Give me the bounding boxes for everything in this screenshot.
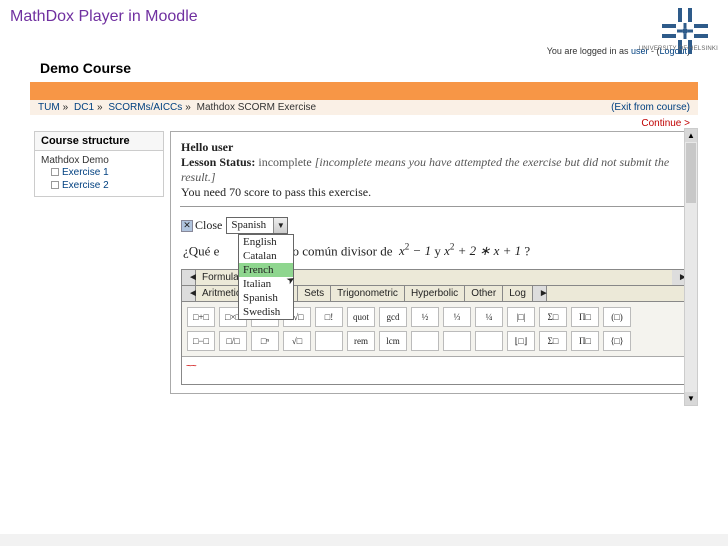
footer-band (0, 534, 728, 546)
lang-opt-spanish[interactable]: Spanish (239, 291, 293, 305)
language-row: ✕ Close Spanish ▼ English Catalan French… (181, 217, 687, 234)
palette-button[interactable] (475, 331, 503, 351)
breadcrumb: TUM» DC1» SCORMs/AICCs» Mathdox SCORM Ex… (38, 102, 316, 113)
palette-button[interactable]: Σ□ (539, 331, 567, 351)
palette-button[interactable]: ⌊□⌋ (507, 331, 535, 351)
cat-scroll-right-icon[interactable]: ► (533, 286, 547, 301)
palette-button[interactable]: □+□ (187, 307, 215, 327)
math-expr-1: x2 − 1 (399, 243, 431, 258)
palette-button[interactable]: quot (347, 307, 375, 327)
page-title: Demo Course (40, 60, 698, 76)
sidebar-item-exercise2[interactable]: Exercise 2 (51, 179, 157, 192)
language-selected: Spanish (227, 218, 273, 233)
language-select[interactable]: Spanish ▼ (226, 217, 288, 234)
tab-hyperbolic[interactable]: Hyperbolic (405, 286, 465, 301)
math-expr-2: x2 + 2 ∗ x + 1 (444, 243, 521, 258)
palette-button[interactable]: ¼ (475, 307, 503, 327)
lang-opt-catalan[interactable]: Catalan (239, 249, 293, 263)
sidebar-title: Course structure (34, 131, 164, 151)
palette-button[interactable]: Π□ (571, 331, 599, 351)
lesson-status-line: Lesson Status: incomplete [incomplete me… (181, 155, 687, 185)
tab-sets[interactable]: Sets (298, 286, 331, 301)
checkbox-icon (51, 181, 59, 189)
chevron-down-icon: ▼ (273, 218, 287, 233)
palette-button[interactable]: □−□ (187, 331, 215, 351)
sidebar-item-exercise1[interactable]: Exercise 1 (51, 166, 157, 179)
tree-root: Mathdox Demo (41, 155, 157, 166)
palette-button[interactable]: rem (347, 331, 375, 351)
logo-caption: UNIVERSITY OF HELSINKI (639, 46, 718, 52)
close-icon[interactable]: ✕ (181, 220, 193, 232)
cat-scroll-left-icon[interactable]: ◄ (182, 286, 196, 301)
crumb-dc1[interactable]: DC1 (74, 102, 94, 113)
palette-button[interactable] (411, 331, 439, 351)
pass-score-line: You need 70 score to pass this exercise. (181, 185, 687, 200)
tab-log[interactable]: Log (503, 286, 533, 301)
crumb-current: Mathdox SCORM Exercise (197, 102, 316, 113)
vertical-scrollbar[interactable]: ▲ ▼ (684, 128, 698, 406)
tab-trigonometric[interactable]: Trigonometric (331, 286, 405, 301)
language-dropdown: English Catalan French Italian Spanish S… (238, 234, 294, 320)
course-structure-block: Course structure Mathdox Demo Exercise 1… (34, 131, 164, 197)
palette-button[interactable]: |□| (507, 307, 535, 327)
orange-divider (30, 82, 698, 100)
formula-input[interactable]: ~~ (182, 356, 686, 384)
tab-other[interactable]: Other (465, 286, 503, 301)
palette-button[interactable]: □ⁿ (251, 331, 279, 351)
palette-button[interactable]: gcd (379, 307, 407, 327)
lang-opt-french[interactable]: French (239, 263, 293, 277)
greeting: Hello user (181, 140, 687, 155)
palette-button[interactable]: □! (315, 307, 343, 327)
palette-button[interactable]: □/□ (219, 331, 247, 351)
palette-button[interactable]: lcm (379, 331, 407, 351)
palette-button[interactable]: ⟨□⟩ (603, 331, 631, 351)
scroll-thumb[interactable] (686, 143, 696, 203)
palette-button[interactable]: Π□ (571, 307, 599, 327)
palette-button[interactable] (315, 331, 343, 351)
slide-title: MathDox Player in Moodle (0, 0, 728, 34)
palette-button[interactable]: √□ (283, 331, 311, 351)
scroll-up-icon[interactable]: ▲ (685, 129, 697, 142)
checkbox-icon (51, 168, 59, 176)
breadcrumb-bar: TUM» DC1» SCORMs/AICCs» Mathdox SCORM Ex… (30, 100, 698, 115)
palette-button[interactable]: ½ (411, 307, 439, 327)
crumb-scorms[interactable]: SCORMs/AICCs (108, 102, 182, 113)
lang-opt-swedish[interactable]: Swedish (239, 305, 293, 319)
crumb-tum[interactable]: TUM (38, 102, 60, 113)
exit-course-link[interactable]: (Exit from course) (611, 102, 690, 113)
palette-button[interactable]: ⅓ (443, 307, 471, 327)
close-label: Close (195, 218, 222, 233)
login-prefix: You are logged in as (547, 46, 631, 56)
palette-button[interactable] (443, 331, 471, 351)
palette-button[interactable]: (□) (603, 307, 631, 327)
palette-button[interactable]: Σ□ (539, 307, 567, 327)
scroll-down-icon[interactable]: ▼ (685, 392, 697, 405)
continue-link[interactable]: Continue > (641, 118, 690, 129)
lang-opt-english[interactable]: English (239, 235, 293, 249)
tab-scroll-left-icon[interactable]: ◄ (182, 270, 196, 285)
scorm-content-frame: Hello user Lesson Status: incomplete [in… (170, 131, 698, 394)
moodle-embedded-page: You are logged in as user - (Logout) Dem… (30, 44, 698, 394)
login-status: You are logged in as user - (Logout) (30, 44, 698, 58)
